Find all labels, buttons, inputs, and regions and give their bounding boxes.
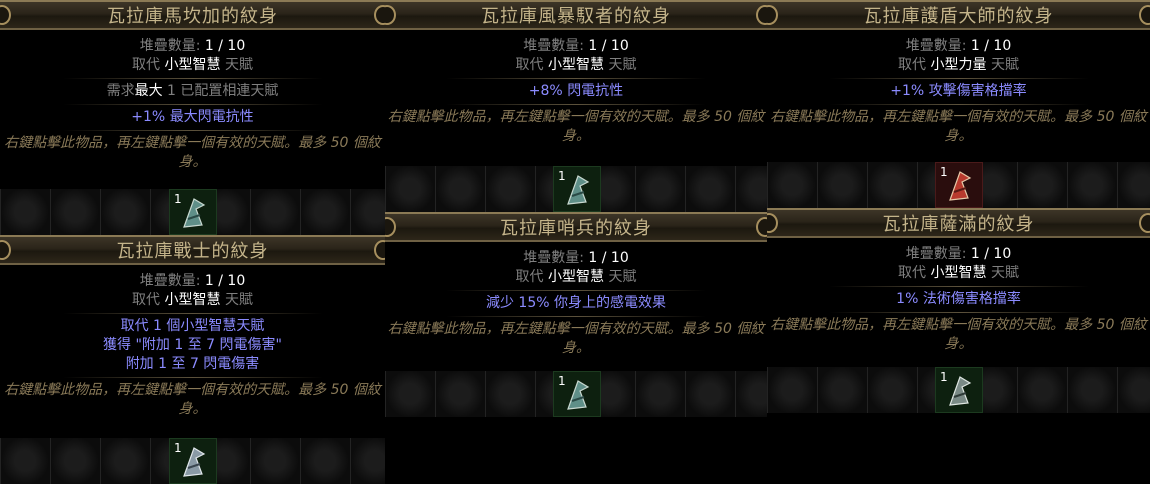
tattoo-icon — [183, 198, 206, 228]
tattoo-item[interactable]: 1 — [169, 189, 217, 235]
mod-line: 取代 1 個小型智慧天賦 — [120, 318, 265, 334]
passive-grid: 1 — [767, 367, 1150, 413]
separator — [446, 78, 706, 79]
header-ornament-icon — [767, 5, 778, 25]
passive-grid: 1 — [385, 166, 767, 212]
stack-size-line: 堆疊數量: 1 / 10 — [523, 38, 629, 54]
passive-grid: 1 — [767, 162, 1150, 208]
usage-description: 右鍵點擊此物品，再左鍵點擊一個有效的天賦。最多 50 個紋身。 — [4, 135, 381, 170]
separator — [62, 104, 323, 105]
separator — [828, 286, 1089, 287]
header-ornament-icon — [385, 217, 396, 237]
tattoo-card: 瓦拉庫風暴馭者的紋身 堆疊數量: 1 / 10 取代 小型智慧 天賦 +8% 閃… — [385, 0, 767, 212]
card-header: 瓦拉庫哨兵的紋身 — [385, 212, 767, 242]
tattoo-item[interactable]: 1 — [935, 367, 983, 413]
usage-description: 右鍵點擊此物品，再左鍵點擊一個有效的天賦。最多 50 個紋身。 — [387, 321, 765, 356]
tattoo-card: 瓦拉庫護盾大師的紋身 堆疊數量: 1 / 10 取代 小型力量 天賦 +1% 攻… — [767, 0, 1150, 208]
card-title: 瓦拉庫薩滿的紋身 — [882, 214, 1035, 235]
usage-description: 右鍵點擊此物品，再左鍵點擊一個有效的天賦。最多 50 個紋身。 — [770, 317, 1147, 352]
stack-size-line: 堆疊數量: 1 / 10 — [523, 250, 629, 266]
stack-size-line: 堆疊數量: 1 / 10 — [139, 273, 246, 289]
separator — [62, 313, 323, 314]
mod-line: +8% 閃電抗性 — [528, 83, 624, 99]
tattoo-icon — [567, 380, 590, 410]
passive-grid: 1 — [0, 438, 385, 484]
separator — [828, 312, 1089, 313]
header-ornament-icon — [1139, 5, 1150, 25]
card-title: 瓦拉庫戰士的紋身 — [116, 241, 269, 262]
stack-size-line: 堆疊數量: 1 / 10 — [905, 246, 1012, 262]
replaces-line: 取代 小型力量 天賦 — [898, 57, 1019, 73]
tattoo-icon — [567, 175, 590, 205]
header-ornament-icon — [1139, 213, 1150, 233]
tattoo-item[interactable]: 1 — [553, 166, 601, 212]
card-title: 瓦拉庫風暴馭者的紋身 — [481, 6, 671, 27]
card-header: 瓦拉庫戰士的紋身 — [0, 235, 385, 265]
separator — [446, 104, 706, 105]
header-ornament-icon — [756, 5, 767, 25]
passive-grid: 1 — [385, 371, 767, 417]
separator — [62, 130, 323, 131]
card-header: 瓦拉庫風暴馭者的紋身 — [385, 0, 767, 30]
replaces-line: 取代 小型智慧 天賦 — [898, 265, 1019, 281]
card-header: 瓦拉庫薩滿的紋身 — [767, 208, 1150, 238]
separator — [62, 78, 323, 79]
tattoo-icon — [949, 376, 972, 406]
card-header: 瓦拉庫馬坎加的紋身 — [0, 0, 385, 30]
header-ornament-icon — [374, 5, 385, 25]
mod-line: +1% 攻擊傷害格擋率 — [890, 83, 1027, 99]
replaces-line: 取代 小型智慧 天賦 — [132, 292, 253, 308]
passive-grid: 1 — [0, 189, 385, 235]
replaces-line: 取代 小型智慧 天賦 — [515, 269, 637, 285]
card-header: 瓦拉庫護盾大師的紋身 — [767, 0, 1150, 30]
tattoo-icon — [183, 447, 206, 477]
tattoo-item[interactable]: 1 — [553, 371, 601, 417]
mod-line: 獲得 "附加 1 至 7 閃電傷害" — [103, 337, 282, 353]
separator — [446, 316, 706, 317]
card-title: 瓦拉庫護盾大師的紋身 — [863, 6, 1054, 27]
header-ornament-icon — [0, 5, 11, 25]
tattoo-card: 瓦拉庫哨兵的紋身 堆疊數量: 1 / 10 取代 小型智慧 天賦 減少 15% … — [385, 212, 767, 417]
separator — [62, 377, 323, 378]
mod-line: 附加 1 至 7 閃電傷害 — [125, 356, 260, 372]
stack-size-line: 堆疊數量: 1 / 10 — [139, 38, 246, 54]
stack-size-line: 堆疊數量: 1 / 10 — [905, 38, 1012, 54]
separator — [828, 104, 1089, 105]
header-ornament-icon — [385, 5, 396, 25]
mod-line: +1% 最大閃電抗性 — [131, 109, 254, 125]
header-ornament-icon — [374, 240, 385, 260]
card-title: 瓦拉庫哨兵的紋身 — [500, 218, 652, 239]
header-ornament-icon — [767, 213, 778, 233]
tattoo-card: 瓦拉庫薩滿的紋身 堆疊數量: 1 / 10 取代 小型智慧 天賦 1% 法術傷害… — [767, 208, 1150, 413]
tattoo-item[interactable]: 1 — [169, 438, 217, 484]
mod-line: 減少 15% 你身上的感電效果 — [485, 295, 667, 311]
card-title: 瓦拉庫馬坎加的紋身 — [107, 6, 278, 27]
mod-line: 1% 法術傷害格擋率 — [896, 291, 1021, 307]
usage-description: 右鍵點擊此物品，再左鍵點擊一個有效的天賦。最多 50 個紋身。 — [387, 109, 765, 144]
tattoo-card: 瓦拉庫戰士的紋身 堆疊數量: 1 / 10 取代 小型智慧 天賦 取代 1 個小… — [0, 235, 385, 484]
header-ornament-icon — [756, 217, 767, 237]
separator — [828, 78, 1089, 79]
replaces-line: 取代 小型智慧 天賦 — [132, 57, 253, 73]
tattoo-item[interactable]: 1 — [935, 162, 983, 208]
usage-description: 右鍵點擊此物品，再左鍵點擊一個有效的天賦。最多 50 個紋身。 — [770, 109, 1147, 144]
tattoo-card: 瓦拉庫馬坎加的紋身 堆疊數量: 1 / 10 取代 小型智慧 天賦 需求最大 1… — [0, 0, 385, 235]
header-ornament-icon — [0, 240, 11, 260]
requirement-line: 需求最大 1 已配置相連天賦 — [106, 83, 279, 99]
usage-description: 右鍵點擊此物品，再左鍵點擊一個有效的天賦。最多 50 個紋身。 — [4, 382, 381, 417]
replaces-line: 取代 小型智慧 天賦 — [515, 57, 637, 73]
tattoo-icon — [949, 171, 972, 201]
separator — [446, 290, 706, 291]
